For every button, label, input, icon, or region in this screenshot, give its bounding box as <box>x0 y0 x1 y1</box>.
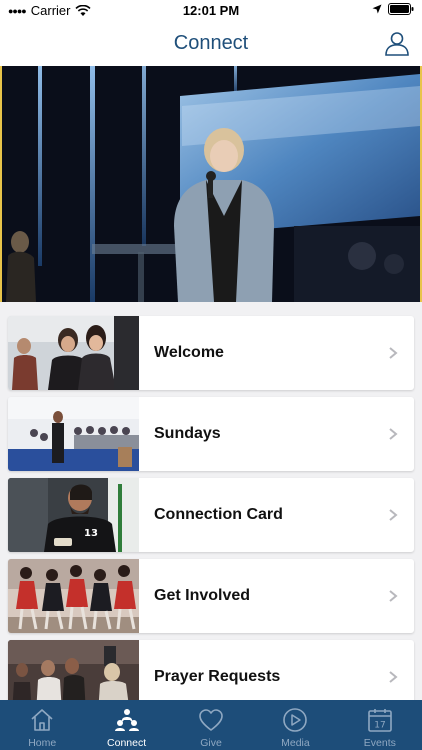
status-bar: ●●●● Carrier 12:01 PM <box>0 0 422 22</box>
list-item-connection-card[interactable]: 13 Connection Card <box>8 478 414 552</box>
item-label-connection-card: Connection Card <box>154 506 283 523</box>
page-title: Connect <box>173 32 249 54</box>
tab-label-home: Home <box>28 737 57 749</box>
chevron-right-icon <box>389 509 398 521</box>
tab-home[interactable]: Home <box>0 700 84 750</box>
tab-media[interactable]: Media <box>253 700 337 750</box>
svg-text:13: 13 <box>84 528 98 539</box>
battery-icon <box>388 3 414 15</box>
chevron-right-icon <box>389 590 398 602</box>
item-label-prayer-requests: Prayer Requests <box>154 668 281 685</box>
tab-events[interactable]: 17 Events <box>338 700 422 750</box>
status-time: 12:01 PM <box>182 3 240 18</box>
list-item-welcome[interactable]: Welcome <box>8 316 414 390</box>
chevron-right-icon <box>389 671 398 683</box>
hero-image <box>0 66 422 302</box>
welcome-thumbnail <box>8 316 139 390</box>
play-icon <box>283 708 308 732</box>
list-item-get-involved[interactable]: Get Involved <box>8 559 414 633</box>
list-item-sundays[interactable]: Sundays <box>8 397 414 471</box>
item-label-welcome: Welcome <box>154 344 224 361</box>
calendar-day: 17 <box>374 721 385 731</box>
hero-photo <box>2 66 420 302</box>
tab-label-media: Media <box>281 737 310 749</box>
heart-icon <box>199 709 223 731</box>
sundays-thumbnail <box>8 397 139 471</box>
tab-label-connect: Connect <box>107 737 147 749</box>
chevron-right-icon <box>389 428 398 440</box>
item-label-sundays: Sundays <box>154 425 221 442</box>
profile-icon[interactable] <box>384 30 410 56</box>
chevron-right-icon <box>389 347 398 359</box>
tab-label-give: Give <box>200 737 222 749</box>
location-arrow-icon <box>372 4 382 14</box>
navigation-bar: Connect <box>0 22 422 66</box>
tab-bar: Home Connect Give Media 17 Events <box>0 700 422 750</box>
tab-connect[interactable]: Connect <box>84 700 168 750</box>
item-label-get-involved: Get Involved <box>154 587 251 604</box>
connect-icon <box>114 709 139 731</box>
home-icon <box>31 709 53 731</box>
get-involved-thumbnail <box>8 559 139 633</box>
tab-give[interactable]: Give <box>169 700 253 750</box>
connection-card-thumbnail: 13 <box>8 478 139 552</box>
calendar-icon: 17 <box>368 709 392 732</box>
tab-label-events: Events <box>363 737 396 749</box>
